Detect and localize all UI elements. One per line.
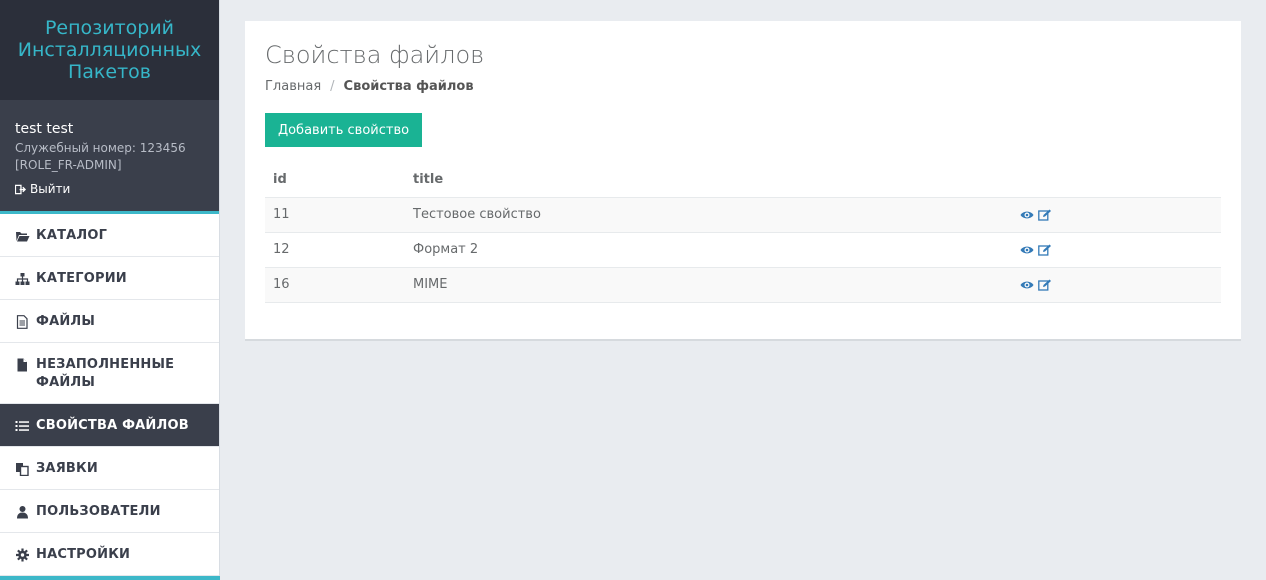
properties-table: id title 11 Тестовое свойство 12 Формат … <box>265 162 1221 303</box>
cell-actions <box>1012 197 1221 233</box>
cell-id: 16 <box>265 267 405 303</box>
brand-header: Репозиторий Инсталляционных Пакетов <box>0 0 219 100</box>
breadcrumb: Главная / Свойства файлов <box>265 79 474 94</box>
cell-actions <box>1012 232 1221 268</box>
list-icon <box>15 421 29 431</box>
table-row: 12 Формат 2 <box>265 232 1221 268</box>
table-header-row: id title <box>265 162 1221 198</box>
breadcrumb-separator: / <box>330 79 335 94</box>
edit-icon[interactable] <box>1038 209 1052 221</box>
cell-id: 12 <box>265 232 405 268</box>
sign-out-icon <box>15 184 26 194</box>
column-header-title[interactable]: title <box>405 162 1012 198</box>
user-role: [ROLE_FR-ADMIN] <box>15 158 122 172</box>
sidebar-item-requests[interactable]: ЗАЯВКИ <box>0 447 219 490</box>
cell-id: 11 <box>265 197 405 233</box>
user-service-number: Служебный номер: 123456 <box>15 141 186 155</box>
edit-icon[interactable] <box>1038 279 1052 291</box>
sidebar-item-catalog[interactable]: КАТАЛОГ <box>0 214 219 257</box>
user-name: test test <box>15 121 74 137</box>
sidebar-item-label: НАСТРОЙКИ <box>36 547 131 562</box>
sidebar: Репозиторий Инсталляционных Пакетов test… <box>0 0 220 580</box>
folder-open-icon <box>16 232 30 242</box>
sidebar-item-categories[interactable]: КАТЕГОРИИ <box>0 257 219 300</box>
app-title: Репозиторий Инсталляционных Пакетов <box>17 17 202 83</box>
file-icon <box>17 358 27 372</box>
copy-icon <box>16 463 29 476</box>
sidebar-item-label: СВОЙСТВА ФАЙЛОВ <box>36 418 189 433</box>
logout-label: Выйти <box>30 182 71 196</box>
page-title: Свойства файлов <box>265 41 485 69</box>
sidebar-item-settings[interactable]: НАСТРОЙКИ <box>0 533 219 576</box>
cell-title: MIME <box>405 267 1012 303</box>
sidebar-item-label: КАТЕГОРИИ <box>36 271 127 286</box>
sidebar-item-label: ЗАЯВКИ <box>36 461 98 476</box>
sidebar-item-users[interactable]: ПОЛЬЗОВАТЕЛИ <box>0 490 219 533</box>
cell-title: Тестовое свойство <box>405 197 1012 233</box>
sidebar-item-files[interactable]: ФАЙЛЫ <box>0 300 219 343</box>
table-row: 11 Тестовое свойство <box>265 197 1221 233</box>
cell-title: Формат 2 <box>405 232 1012 268</box>
sidebar-bottom-bar <box>0 576 220 580</box>
sidebar-item-label: КАТАЛОГ <box>36 228 108 243</box>
sidebar-item-unfilled-files[interactable]: НЕЗАПОЛНЕННЫЕ ФАЙЛЫ <box>0 343 219 404</box>
sidebar-item-label: НЕЗАПОЛНЕННЫЕ ФАЙЛЫ <box>36 357 175 390</box>
user-icon <box>17 506 28 519</box>
breadcrumb-home-link[interactable]: Главная <box>265 79 321 94</box>
logout-link[interactable]: Выйти <box>15 182 204 196</box>
gear-icon <box>16 548 29 562</box>
sidebar-item-label: ФАЙЛЫ <box>36 314 96 329</box>
sitemap-icon <box>15 273 30 285</box>
sidebar-item-label: ПОЛЬЗОВАТЕЛИ <box>36 504 161 519</box>
content-panel: Свойства файлов Главная / Свойства файло… <box>245 21 1241 341</box>
sidebar-item-file-properties[interactable]: СВОЙСТВА ФАЙЛОВ <box>0 404 219 447</box>
eye-icon[interactable] <box>1020 244 1034 256</box>
breadcrumb-current: Свойства файлов <box>343 79 474 94</box>
eye-icon[interactable] <box>1020 209 1034 221</box>
sidebar-nav: КАТАЛОГ КАТЕГОРИИ ФАЙЛЫ НЕЗАПОЛНЕННЫЕ ФА… <box>0 214 219 576</box>
eye-icon[interactable] <box>1020 279 1034 291</box>
user-panel: test test Служебный номер: 123456 [ROLE_… <box>0 100 219 214</box>
table-row: 16 MIME <box>265 267 1221 303</box>
column-header-actions <box>1012 162 1221 198</box>
file-text-icon <box>16 315 28 329</box>
cell-actions <box>1012 267 1221 303</box>
edit-icon[interactable] <box>1038 244 1052 256</box>
add-property-button[interactable]: Добавить свойство <box>265 113 422 147</box>
column-header-id[interactable]: id <box>265 162 405 198</box>
